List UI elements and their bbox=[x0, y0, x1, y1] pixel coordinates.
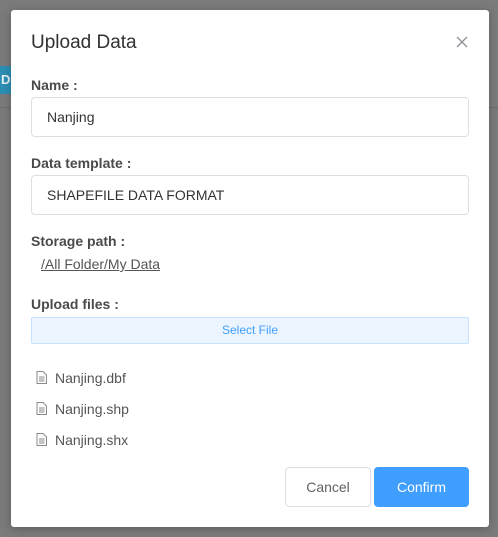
list-item[interactable]: Nanjing.shp bbox=[36, 393, 129, 424]
background-divider bbox=[489, 107, 498, 108]
list-item[interactable]: Nanjing.shx bbox=[36, 424, 129, 455]
file-list: Nanjing.dbf Nanjing.shp Nanjing.shx bbox=[36, 362, 129, 455]
close-icon[interactable] bbox=[453, 33, 471, 51]
file-icon bbox=[36, 433, 47, 446]
select-file-button[interactable]: Select File bbox=[31, 317, 469, 344]
cancel-button[interactable]: Cancel bbox=[285, 467, 371, 507]
storage-path-label: Storage path : bbox=[31, 233, 126, 249]
data-template-label: Data template : bbox=[31, 155, 132, 171]
storage-path-link[interactable]: /All Folder/My Data bbox=[41, 256, 160, 272]
file-icon bbox=[36, 402, 47, 415]
name-label: Name : bbox=[31, 77, 78, 93]
file-name: Nanjing.shp bbox=[55, 400, 129, 417]
upload-files-label: Upload files : bbox=[31, 296, 119, 312]
dialog-title: Upload Data bbox=[31, 32, 137, 53]
file-name: Nanjing.shx bbox=[55, 431, 129, 448]
file-name: Nanjing.dbf bbox=[55, 369, 126, 386]
name-input[interactable]: Nanjing bbox=[31, 97, 469, 137]
list-item[interactable]: Nanjing.dbf bbox=[36, 362, 129, 393]
upload-data-dialog: Upload Data Name : Nanjing Data template… bbox=[11, 10, 489, 527]
file-icon bbox=[36, 371, 47, 384]
data-template-input[interactable]: SHAPEFILE DATA FORMAT bbox=[31, 175, 469, 215]
confirm-button[interactable]: Confirm bbox=[374, 467, 469, 507]
